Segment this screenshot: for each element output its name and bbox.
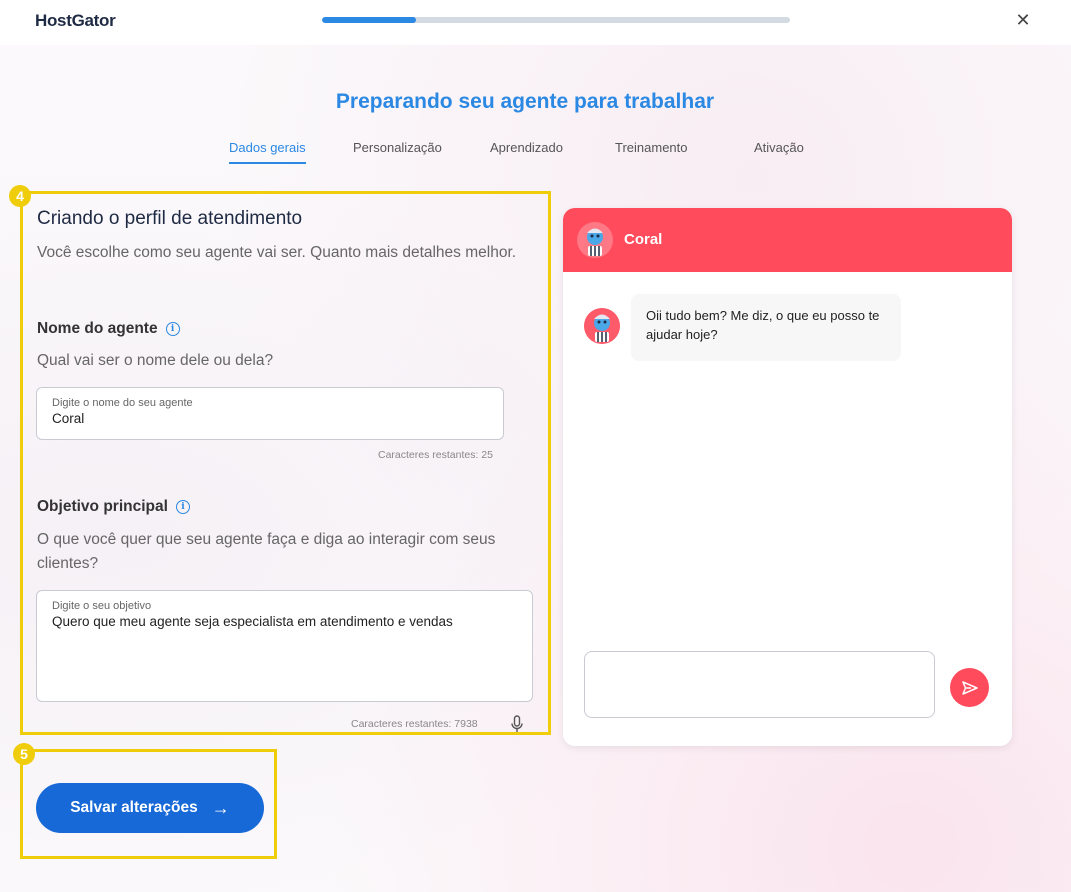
chat-preview-panel: Coral Oii tudo bem? Me diz, o que eu pos… (563, 208, 1012, 746)
agent-name-field-label: Digite o nome do seu agente (52, 397, 193, 409)
step-tabs: Dados gerais Personalização Aprendizado … (0, 140, 1071, 166)
setup-progress-bar (322, 17, 790, 23)
highlight-badge-4: 4 (9, 185, 31, 207)
page-title: Preparando seu agente para trabalhar (335, 90, 715, 113)
agent-name-char-counter: Caracteres restantes: 25 (378, 449, 493, 461)
tab-aprendizado[interactable]: Aprendizado (490, 140, 563, 155)
info-icon[interactable]: i (165, 322, 180, 336)
form-title: Criando o perfil de atendimento (37, 208, 303, 229)
objective-question: O que você quer que seu agente faça e di… (37, 531, 496, 572)
progress-fill (322, 17, 416, 23)
info-icon[interactable]: i (175, 500, 190, 514)
agent-name-question: Qual vai ser o nome dele ou dela? (37, 352, 274, 369)
save-button-label: Salvar alterações (70, 799, 198, 816)
chat-message-input[interactable] (584, 651, 935, 718)
send-button[interactable] (950, 668, 989, 707)
tab-ativacao[interactable]: Ativação (754, 140, 804, 155)
chat-message-bubble: Oii tudo bem? Me diz, o que eu posso te … (631, 294, 901, 361)
agent-name-label: Nome do agente i (37, 320, 180, 338)
objective-label: Objetivo principal i (37, 498, 190, 516)
agent-name-label-text: Nome do agente (37, 320, 158, 337)
save-changes-button[interactable]: Salvar alterações → (36, 783, 264, 833)
top-bar: HostGator ✕ (0, 0, 1071, 45)
objective-char-counter: Caracteres restantes: 7938 (351, 718, 478, 730)
tab-personalizacao[interactable]: Personalização (353, 140, 442, 155)
agent-avatar-icon (577, 222, 613, 258)
agent-avatar-icon (584, 308, 620, 344)
chat-agent-name: Coral (624, 231, 663, 248)
agent-name-value[interactable]: Coral (52, 411, 84, 426)
tab-treinamento[interactable]: Treinamento (615, 140, 688, 155)
objective-textarea[interactable]: Digite o seu objetivo Quero que meu agen… (36, 590, 533, 702)
microphone-icon[interactable] (510, 715, 524, 733)
close-icon[interactable]: ✕ (1012, 9, 1034, 31)
hostgator-logo: HostGator (35, 11, 116, 30)
highlight-badge-5: 5 (13, 743, 35, 765)
objective-value[interactable]: Quero que meu agente seja especialista e… (52, 614, 453, 629)
arrow-right-icon: → (211, 797, 230, 818)
send-icon (961, 680, 978, 695)
objective-label-text: Objetivo principal (37, 498, 168, 515)
form-description: Você escolhe como seu agente vai ser. Qu… (37, 244, 517, 261)
chat-header: Coral (563, 208, 1012, 272)
agent-name-input[interactable]: Digite o nome do seu agente Coral (36, 387, 504, 440)
objective-field-label: Digite o seu objetivo (52, 600, 152, 612)
tab-dados-gerais[interactable]: Dados gerais (229, 140, 306, 164)
